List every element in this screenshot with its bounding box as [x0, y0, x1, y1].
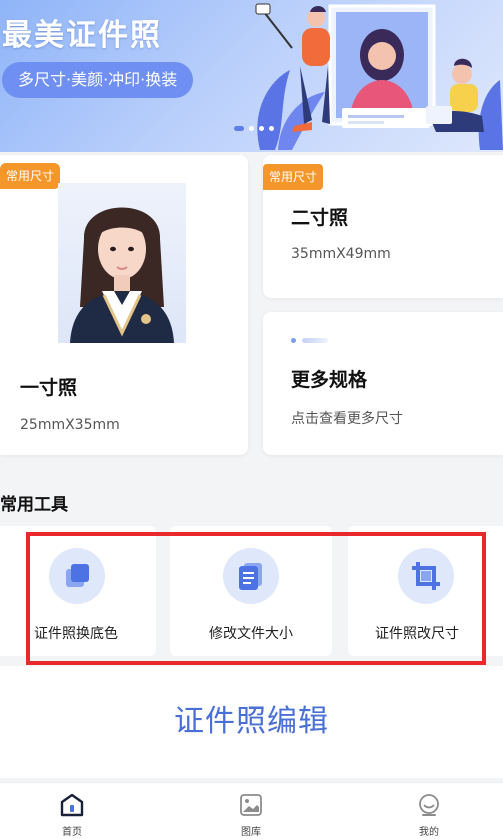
common-size-badge: 常用尺寸: [0, 163, 61, 189]
tools-section-title: 常用工具: [0, 495, 68, 515]
nav-label: 首页: [62, 827, 82, 838]
card-title: 二寸照: [291, 207, 349, 229]
card-more-sizes[interactable]: 更多规格 点击查看更多尺寸: [263, 312, 503, 455]
edit-section: 证件照编辑: [0, 666, 503, 778]
nav-gallery[interactable]: 图库: [221, 793, 281, 838]
banner-tagline: 多尺寸·美颜·冲印·换装: [2, 62, 194, 98]
decor-dot: [291, 338, 296, 343]
card-title: 更多规格: [291, 369, 368, 391]
carousel-dot: [259, 126, 264, 131]
decor-dots: [291, 338, 328, 343]
promo-banner[interactable]: 最美证件照 多尺寸·美颜·冲印·换装: [0, 0, 503, 152]
card-subtitle: 点击查看更多尺寸: [291, 411, 403, 427]
page: 最美证件照 多尺寸·美颜·冲印·换装 常用尺寸 一寸照 25mmX35mm 常用…: [0, 0, 503, 840]
card-title: 一寸照: [20, 377, 78, 399]
card-size: 25mmX35mm: [20, 417, 120, 433]
card-two-inch[interactable]: 常用尺寸 二寸照 35mmX49mm: [263, 155, 503, 298]
nav-label: 图库: [241, 827, 261, 838]
nav-profile[interactable]: 我的: [399, 793, 459, 838]
photo-edit-link[interactable]: 证件照编辑: [0, 696, 503, 740]
banner-title: 最美证件照: [2, 18, 162, 53]
carousel-dot: [269, 126, 274, 131]
carousel-dots: [234, 126, 274, 131]
decor-dash: [302, 338, 328, 343]
card-one-inch[interactable]: 常用尺寸 一寸照 25mmX35mm: [0, 155, 248, 455]
portrait-photo: [58, 183, 186, 343]
common-size-badge: 常用尺寸: [263, 164, 324, 190]
gallery-icon: [240, 794, 262, 816]
highlight-box: [26, 532, 486, 665]
nav-label: 我的: [419, 827, 439, 838]
bottom-nav: 首页 图库 我的: [0, 782, 503, 840]
card-size: 35mmX49mm: [291, 246, 391, 262]
nav-home[interactable]: 首页: [42, 793, 102, 838]
carousel-dot: [234, 126, 244, 131]
carousel-dot: [249, 126, 254, 131]
profile-icon: [419, 794, 439, 816]
home-icon: [60, 793, 84, 817]
